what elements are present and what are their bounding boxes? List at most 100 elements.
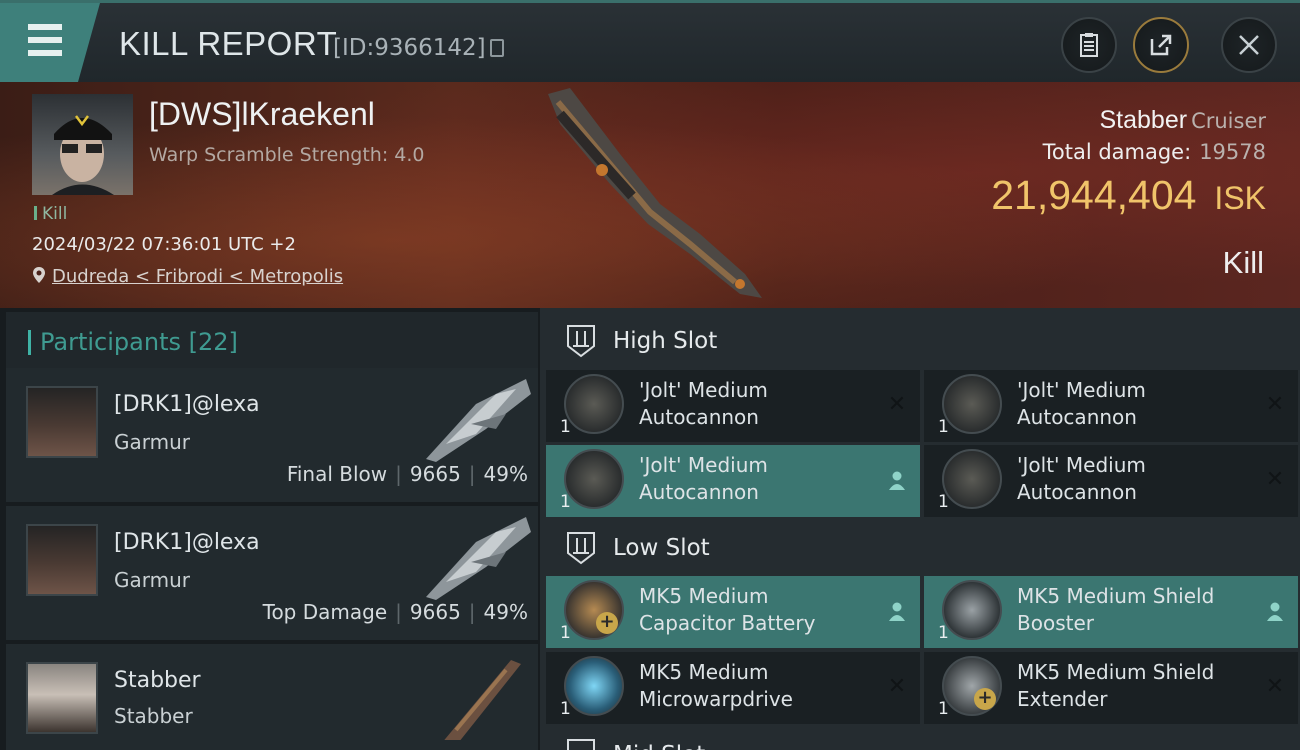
module-item[interactable]: 1 'Jolt' Medium Autocannon ✕ xyxy=(924,370,1298,442)
isk-amount: 21,944,404 xyxy=(991,172,1197,218)
divider: | xyxy=(468,462,476,486)
participant-name: [DRK1]@lexa xyxy=(114,392,260,417)
high-slot-icon xyxy=(567,325,595,358)
module-item[interactable]: 1 MK5 Medium Microwarpdrive ✕ xyxy=(546,652,920,724)
module-name-line2: Autocannon xyxy=(1017,480,1137,504)
close-icon xyxy=(1239,35,1259,55)
share-icon xyxy=(1150,34,1172,56)
isk-unit: ISK xyxy=(1214,180,1266,216)
isk-value: 21,944,404 ISK xyxy=(991,172,1266,219)
module-item[interactable]: 1 'Jolt' Medium Autocannon xyxy=(546,445,920,517)
module-name-line2: Microwarpdrive xyxy=(639,687,793,711)
dropped-icon xyxy=(1267,602,1283,621)
low-slot-title: Low Slot xyxy=(613,535,710,561)
participants-label: Participants xyxy=(40,328,181,356)
participant-card[interactable]: [DRK1]@lexa Garmur Final Blow | 9665 | 49% xyxy=(6,368,538,502)
module-name: 'Jolt' Medium Autocannon xyxy=(639,452,869,506)
kill-timestamp: 2024/03/22 07:36:01 UTC +2 xyxy=(32,234,296,255)
participant-avatar[interactable] xyxy=(26,386,98,458)
participant-ship: Garmur xyxy=(114,568,191,592)
module-name-line1: MK5 Medium xyxy=(639,584,769,608)
pilot-portrait-image xyxy=(52,115,114,195)
location-pin-icon xyxy=(33,267,45,283)
participant-avatar[interactable] xyxy=(26,524,98,596)
module-name-line1: 'Jolt' Medium xyxy=(1017,453,1146,477)
ship-type: Stabber Cruiser xyxy=(1100,106,1267,135)
shield-booster-icon xyxy=(942,580,1002,640)
module-name: 'Jolt' Medium Autocannon xyxy=(1017,452,1247,506)
autocannon-icon xyxy=(942,374,1002,434)
participant-card[interactable]: [DRK1]@lexa Garmur Top Damage | 9665 | 49% xyxy=(6,506,538,640)
module-name: MK5 Medium Shield Booster xyxy=(1017,583,1247,637)
module-name: MK5 Medium Microwarpdrive xyxy=(639,659,869,713)
dropped-icon xyxy=(889,602,905,621)
ship-name[interactable]: Stabber xyxy=(1100,106,1188,134)
module-item[interactable]: + 1 MK5 Medium Shield Extender ✕ xyxy=(924,652,1298,724)
fitting-panel: High Slot 1 'Jolt' Medium Autocannon ✕ 1 … xyxy=(540,308,1300,750)
plus-icon: + xyxy=(596,612,618,634)
share-button[interactable] xyxy=(1133,17,1189,73)
victim-portrait[interactable] xyxy=(32,94,133,195)
autocannon-icon xyxy=(942,449,1002,509)
copy-icon[interactable] xyxy=(489,39,504,57)
module-name-line2: Capacitor Battery xyxy=(639,611,816,635)
menu-button[interactable] xyxy=(0,3,100,82)
module-name-line2: Extender xyxy=(1017,687,1108,711)
high-slot-title: High Slot xyxy=(613,328,718,354)
ship-class: Cruiser xyxy=(1191,109,1266,133)
low-slot-header: Low Slot xyxy=(546,517,1298,579)
module-qty: 1 xyxy=(560,492,571,512)
module-name: 'Jolt' Medium Autocannon xyxy=(1017,377,1247,431)
menu-icon-bar xyxy=(28,50,62,56)
victim-banner: [DWS]lKraekenl Warp Scramble Strength: 4… xyxy=(0,82,1300,308)
clipboard-icon xyxy=(1080,33,1098,57)
mid-slot-header: Mid Slot xyxy=(546,730,1298,750)
participant-damage: 9665 xyxy=(409,600,461,624)
plus-icon: + xyxy=(974,688,996,710)
module-item[interactable]: + 1 MK5 Medium Capacitor Battery xyxy=(546,576,920,648)
module-name-line2: Booster xyxy=(1017,611,1094,635)
victim-name[interactable]: [DWS]lKraekenl xyxy=(149,96,375,133)
participant-card[interactable]: Stabber Stabber xyxy=(6,644,538,750)
total-damage-label: Total damage: xyxy=(1042,140,1192,164)
warp-scramble-strength: Warp Scramble Strength: 4.0 xyxy=(149,144,425,166)
module-name-line1: 'Jolt' Medium xyxy=(639,453,768,477)
participant-ship: Garmur xyxy=(114,430,191,454)
module-name-line1: MK5 Medium Shield xyxy=(1017,584,1215,608)
destroyed-icon: ✕ xyxy=(887,674,907,699)
participant-ship-image xyxy=(426,517,531,600)
total-damage: Total damage: 19578 xyxy=(1043,140,1266,164)
participants-panel: Participants [22] [DRK1]@lexa Garmur Fin… xyxy=(0,308,540,750)
autocannon-icon xyxy=(564,449,624,509)
participant-stats: Final Blow | 9665 | 49% xyxy=(287,462,528,486)
destroyed-icon: ✕ xyxy=(1265,674,1285,699)
participant-percent: 49% xyxy=(483,462,528,486)
participant-ship-image xyxy=(426,379,531,462)
top-bar: KILL REPORT [ID:9366142] xyxy=(0,0,1300,82)
participant-ship: Stabber xyxy=(114,704,193,728)
close-button[interactable] xyxy=(1221,17,1277,73)
participant-avatar[interactable] xyxy=(26,662,98,734)
module-name-line1: 'Jolt' Medium xyxy=(1017,378,1146,402)
participants-count: [22] xyxy=(188,328,238,356)
report-id-text: [ID:9366142] xyxy=(333,35,486,61)
mid-slot-title: Mid Slot xyxy=(613,742,705,750)
module-item[interactable]: 1 'Jolt' Medium Autocannon ✕ xyxy=(546,370,920,442)
kill-location[interactable]: Dudreda < Fribrodi < Metropolis xyxy=(32,266,343,287)
participant-percent: 49% xyxy=(483,600,528,624)
module-item[interactable]: 1 'Jolt' Medium Autocannon ✕ xyxy=(924,445,1298,517)
participant-name: Stabber xyxy=(114,668,201,693)
module-name-line1: 'Jolt' Medium xyxy=(639,378,768,402)
clipboard-button[interactable] xyxy=(1061,17,1117,73)
location-link[interactable]: Dudreda < Fribrodi < Metropolis xyxy=(52,266,343,287)
total-damage-value: 19578 xyxy=(1199,140,1266,164)
module-qty: 1 xyxy=(938,492,949,512)
high-slot-header: High Slot xyxy=(546,310,1298,372)
module-name-line2: Autocannon xyxy=(639,480,759,504)
module-item[interactable]: 1 MK5 Medium Shield Booster xyxy=(924,576,1298,648)
module-name-line2: Autocannon xyxy=(639,405,759,429)
victim-ship-image xyxy=(548,88,762,298)
kill-tag-text: Kill xyxy=(42,204,68,224)
module-qty: 1 xyxy=(938,417,949,437)
participant-stats: Top Damage | 9665 | 49% xyxy=(263,600,528,624)
